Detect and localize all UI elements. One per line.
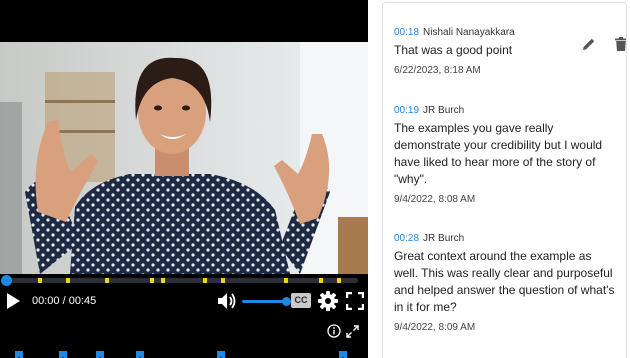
comment-text: The examples you gave really demonstrate… xyxy=(394,121,603,186)
volume-slider[interactable] xyxy=(242,297,291,306)
bookmark-icon[interactable] xyxy=(14,347,23,358)
bookmark-icon[interactable] xyxy=(136,347,145,358)
comment-marker[interactable] xyxy=(220,278,225,283)
comment-item: 00:28 JR Burch Great context around the e… xyxy=(394,232,618,333)
bookmark-strip xyxy=(0,345,368,358)
bookmark-icon[interactable] xyxy=(338,347,347,358)
pencil-icon xyxy=(583,38,595,50)
info-button[interactable] xyxy=(326,322,342,340)
video-frame[interactable] xyxy=(0,42,368,274)
comment-item: 00:19 JR Burch The examples you gave real… xyxy=(394,104,618,205)
time-display: 00:00 / 00:45 xyxy=(32,288,96,314)
comment-marker[interactable] xyxy=(336,278,341,283)
comment-header: 00:28 JR Burch xyxy=(394,232,618,246)
comment-timestamp-link[interactable]: 00:19 xyxy=(394,105,419,116)
comment-header: 00:19 JR Burch xyxy=(394,104,618,118)
control-bar: 00:00 / 00:45 CC xyxy=(0,288,368,314)
comment-author: Nishali Nanayakkara xyxy=(423,27,515,38)
progress-bar[interactable] xyxy=(1,275,358,286)
comment-author: JR Burch xyxy=(423,105,465,116)
play-icon xyxy=(7,293,20,309)
fullscreen-button[interactable] xyxy=(344,288,366,314)
comment-marker[interactable] xyxy=(37,278,42,283)
current-time: 00:00 xyxy=(32,295,60,307)
video-image xyxy=(0,42,368,274)
comment-marker[interactable] xyxy=(160,278,165,283)
info-icon xyxy=(327,324,341,338)
bookmark-icon[interactable] xyxy=(58,347,67,358)
settings-button[interactable] xyxy=(317,288,339,314)
volume-knob[interactable] xyxy=(282,297,291,306)
comment-date: 6/22/2023, 8:18 AM xyxy=(394,65,481,76)
comment-marker[interactable] xyxy=(284,278,289,283)
comment-marker[interactable] xyxy=(319,278,324,283)
bookmark-icon[interactable] xyxy=(217,347,226,358)
comment-author: JR Burch xyxy=(423,233,465,244)
expand-icon xyxy=(345,324,359,338)
captions-button[interactable]: CC xyxy=(291,293,311,308)
volume-icon xyxy=(218,293,236,309)
comment-marker[interactable] xyxy=(65,278,70,283)
comment-marker[interactable] xyxy=(203,278,208,283)
duration: 00:45 xyxy=(68,295,97,307)
comment-timestamp-link[interactable]: 00:18 xyxy=(394,27,419,38)
play-button[interactable] xyxy=(2,288,24,314)
comment-date: 9/4/2022, 8:09 AM xyxy=(394,322,476,333)
gear-icon xyxy=(318,291,338,311)
comment-date: 9/4/2022, 8:08 AM xyxy=(394,194,476,205)
comment-marker[interactable] xyxy=(104,278,109,283)
fullscreen-icon xyxy=(346,292,364,310)
expand-button[interactable] xyxy=(344,322,360,340)
trash-icon xyxy=(615,37,626,51)
video-player: 00:00 / 00:45 CC xyxy=(0,0,368,358)
delete-comment-button[interactable] xyxy=(612,35,626,53)
bookmark-icon[interactable] xyxy=(95,347,104,358)
comments-panel: 00:18 Nishali Nanayakkara That was a good… xyxy=(382,2,627,358)
secondary-controls xyxy=(0,322,368,340)
volume-button[interactable] xyxy=(216,288,238,314)
comment-text: Great context around the example as well… xyxy=(394,249,615,314)
progress-knob[interactable] xyxy=(1,275,12,286)
edit-comment-button[interactable] xyxy=(580,35,598,53)
comment-marker[interactable] xyxy=(150,278,155,283)
comment-timestamp-link[interactable]: 00:28 xyxy=(394,233,419,244)
